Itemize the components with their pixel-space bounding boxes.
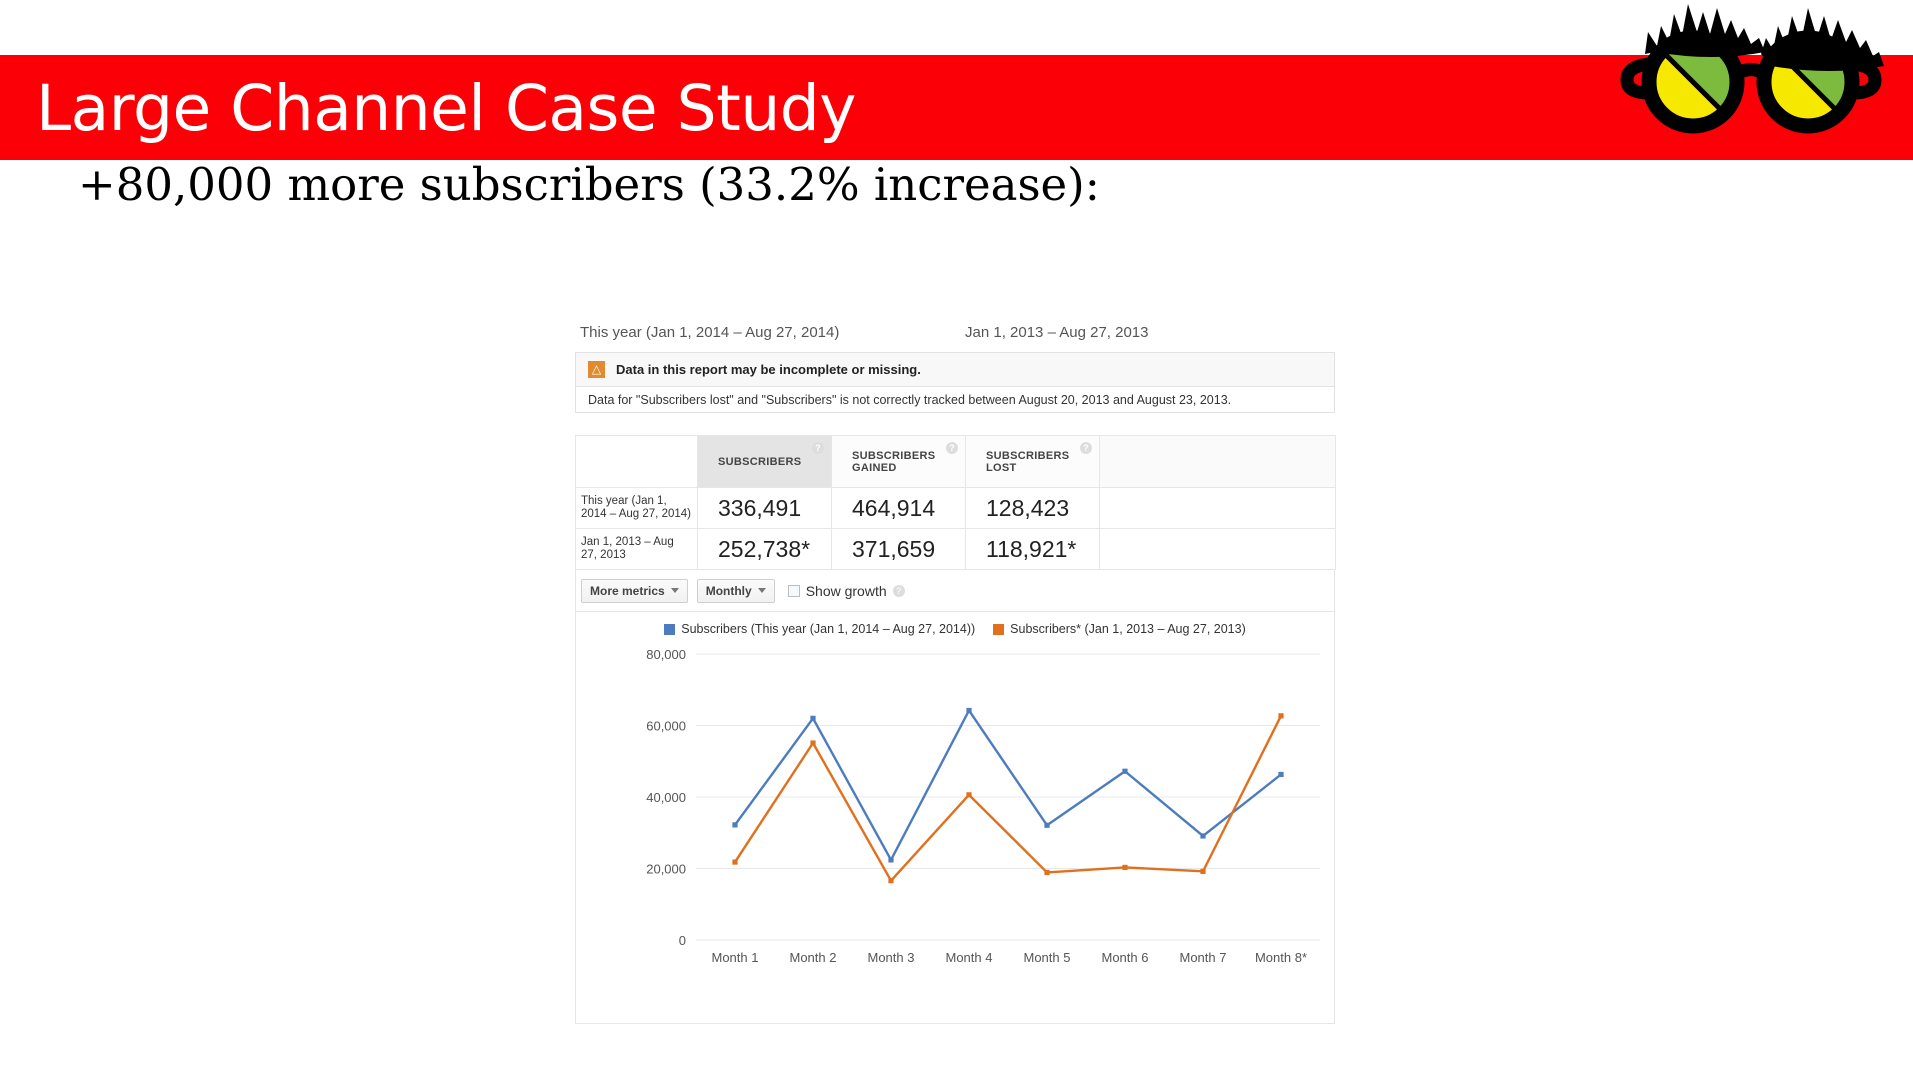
series-line-1: [733, 715, 1283, 882]
x-axis-tick-label: Month 1: [712, 950, 759, 965]
column-header-gained-line2: GAINED: [852, 461, 897, 474]
legend-label-previous: Subscribers* (Jan 1, 2013 – Aug 27, 2013…: [1010, 622, 1246, 636]
show-growth-control[interactable]: Show growth ?: [787, 582, 905, 599]
data-point[interactable]: [1122, 768, 1128, 774]
data-point[interactable]: [1044, 869, 1050, 876]
column-header-subscribers-lost[interactable]: SUBSCRIBERS LOST ?: [965, 435, 1100, 488]
chart-plot: 0 20,000 40,000 60,000 80,000 Month 1 Month 2 M…: [646, 647, 1320, 965]
y-axis-tick-label: 0: [679, 933, 686, 948]
help-icon[interactable]: ?: [1080, 442, 1092, 454]
data-point[interactable]: [1122, 864, 1128, 871]
column-header-lost-line2: LOST: [986, 461, 1017, 474]
legend-item-current[interactable]: Subscribers (This year (Jan 1, 2014 – Au…: [664, 622, 975, 636]
column-header-gained-line1: SUBSCRIBERS: [852, 449, 936, 462]
chevron-down-icon: [757, 588, 766, 593]
cell-subscribers-current: 336,491: [697, 487, 832, 529]
interval-select-button[interactable]: Monthly: [696, 578, 775, 603]
glasses-logo: [1620, 4, 1884, 134]
data-warning-banner: △ Data in this report may be incomplete …: [575, 352, 1335, 386]
chart-legend: Subscribers (This year (Jan 1, 2014 – Au…: [576, 622, 1334, 636]
metrics-table: SUBSCRIBERS ? SUBSCRIBERS GAINED ? SUBSC…: [575, 435, 1336, 570]
cell-lost-current: 128,423: [965, 487, 1100, 529]
data-point[interactable]: [810, 715, 816, 721]
data-point[interactable]: [888, 857, 894, 863]
cell-filler: [1099, 528, 1336, 570]
data-point[interactable]: [966, 792, 972, 798]
page-title: Large Channel Case Study: [36, 71, 857, 145]
cell-filler: [1099, 487, 1336, 529]
column-header-blank: [575, 435, 698, 488]
cell-lost-previous: 118,921*: [965, 528, 1100, 570]
date-range-row: This year (Jan 1, 2014 – Aug 27, 2014) J…: [575, 318, 1335, 352]
legend-label-current: Subscribers (This year (Jan 1, 2014 – Au…: [681, 622, 976, 636]
column-header-lost-line1: SUBSCRIBERS: [986, 449, 1070, 462]
data-point[interactable]: [1278, 713, 1284, 719]
data-point[interactable]: [966, 707, 972, 714]
analytics-panel: This year (Jan 1, 2014 – Aug 27, 2014) J…: [575, 318, 1336, 1024]
chart-controls: More metrics Monthly Show growth ?: [575, 570, 1335, 612]
x-axis-tick-label: Month 5: [1024, 950, 1071, 965]
column-header-subscribers[interactable]: SUBSCRIBERS ?: [697, 435, 832, 488]
warning-detail: Data for "Subscribers lost" and "Subscri…: [575, 386, 1335, 413]
table-row: This year (Jan 1, 2014 – Aug 27, 2014) 3…: [575, 487, 1336, 529]
y-axis-tick-label: 60,000: [646, 719, 686, 734]
data-point[interactable]: [732, 859, 738, 865]
data-point[interactable]: [1200, 833, 1206, 839]
warning-triangle-icon: △: [588, 361, 605, 378]
warning-title: Data in this report may be incomplete or…: [616, 362, 921, 377]
data-point[interactable]: [732, 822, 738, 828]
table-header-row: SUBSCRIBERS ? SUBSCRIBERS GAINED ? SUBSC…: [575, 435, 1336, 488]
x-axis-tick-label: Month 2: [790, 950, 837, 965]
data-point[interactable]: [1044, 822, 1050, 828]
legend-swatch-current: [664, 623, 676, 635]
x-axis-tick-label: Month 8*: [1255, 950, 1307, 965]
more-metrics-button[interactable]: More metrics: [581, 578, 688, 603]
subscribers-line-chart-card: Subscribers (This year (Jan 1, 2014 – Au…: [575, 612, 1335, 1024]
cell-gained-previous: 371,659: [831, 528, 966, 570]
date-range-previous: Jan 1, 2013 – Aug 27, 2013: [965, 324, 1149, 341]
series-line-0: [734, 709, 1282, 862]
data-point[interactable]: [1200, 868, 1206, 874]
data-point[interactable]: [888, 878, 894, 884]
cell-subscribers-previous: 252,738*: [697, 528, 832, 570]
chevron-down-icon: [670, 588, 679, 593]
legend-item-previous[interactable]: Subscribers* (Jan 1, 2013 – Aug 27, 2013…: [993, 622, 1246, 636]
show-growth-checkbox[interactable]: [787, 584, 800, 597]
interval-label: Monthly: [705, 583, 752, 598]
slide-subtitle: +80,000 more subscribers (33.2% increase…: [78, 158, 1100, 211]
help-icon[interactable]: ?: [892, 584, 905, 597]
help-icon[interactable]: ?: [812, 442, 824, 454]
y-axis-tick-label: 20,000: [646, 862, 686, 877]
data-point[interactable]: [1278, 771, 1284, 778]
help-icon[interactable]: ?: [946, 442, 958, 454]
x-axis-tick-label: Month 7: [1180, 950, 1227, 965]
x-axis-tick-label: Month 4: [946, 950, 993, 965]
column-header-subscribers-gained[interactable]: SUBSCRIBERS GAINED ?: [831, 435, 966, 488]
column-header-filler: [1099, 435, 1336, 488]
row-label-previous: Jan 1, 2013 – Aug 27, 2013: [575, 528, 698, 570]
cell-gained-current: 464,914: [831, 487, 966, 529]
row-label-current: This year (Jan 1, 2014 – Aug 27, 2014): [575, 487, 698, 529]
x-axis-tick-label: Month 6: [1102, 950, 1149, 965]
show-growth-label: Show growth: [805, 582, 887, 599]
more-metrics-label: More metrics: [590, 583, 665, 598]
y-axis-tick-label: 80,000: [646, 647, 686, 662]
y-axis-tick-label: 40,000: [646, 790, 686, 805]
data-point[interactable]: [810, 740, 816, 746]
table-row: Jan 1, 2013 – Aug 27, 2013 252,738* 371,…: [575, 528, 1336, 570]
legend-swatch-previous: [993, 623, 1005, 635]
date-range-current: This year (Jan 1, 2014 – Aug 27, 2014): [580, 324, 840, 341]
x-axis-tick-label: Month 3: [868, 950, 915, 965]
column-header-subscribers-label: SUBSCRIBERS: [718, 455, 802, 468]
